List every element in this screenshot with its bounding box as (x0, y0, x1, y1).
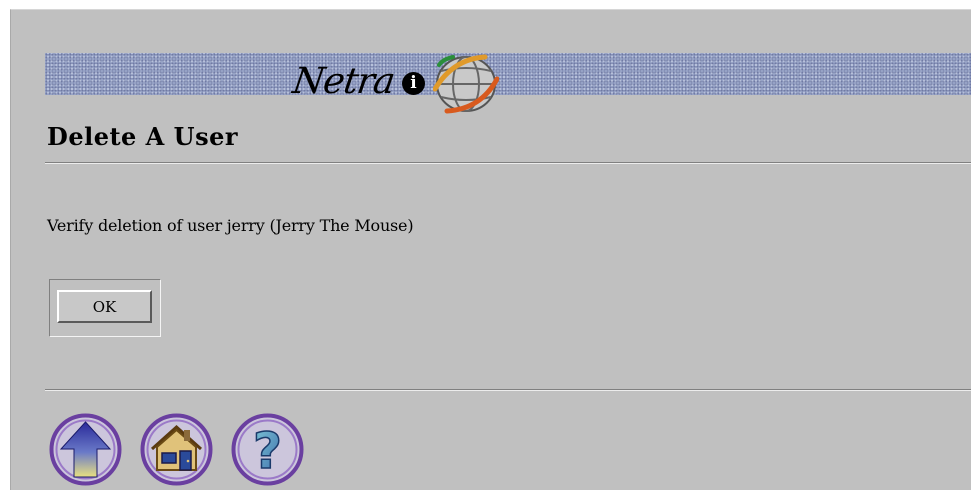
page-title: Delete A User (47, 122, 239, 151)
up-arrow-icon (49, 413, 122, 486)
help-icon: ? (231, 413, 304, 486)
info-icon: i (401, 71, 425, 95)
netra-admin-page: Netra i Delete A User Verify deletion of… (10, 9, 971, 490)
home-button[interactable] (140, 413, 213, 486)
netra-logo-text: Netra (290, 60, 397, 102)
divider-bottom (45, 389, 971, 391)
help-glyph: ? (253, 422, 282, 480)
help-button[interactable]: ? (231, 413, 304, 486)
home-icon (140, 413, 213, 486)
up-arrow-button[interactable] (49, 413, 122, 486)
confirmation-message: Verify deletion of user jerry (Jerry The… (47, 216, 414, 235)
netra-logo: Netra i (290, 51, 499, 114)
divider-top (45, 162, 971, 164)
nav-icons: ? (49, 413, 304, 486)
ok-button-frame: OK (49, 279, 161, 337)
netra-banner: Netra i (45, 53, 971, 114)
ok-button[interactable]: OK (57, 290, 152, 323)
globe-icon (432, 54, 499, 114)
